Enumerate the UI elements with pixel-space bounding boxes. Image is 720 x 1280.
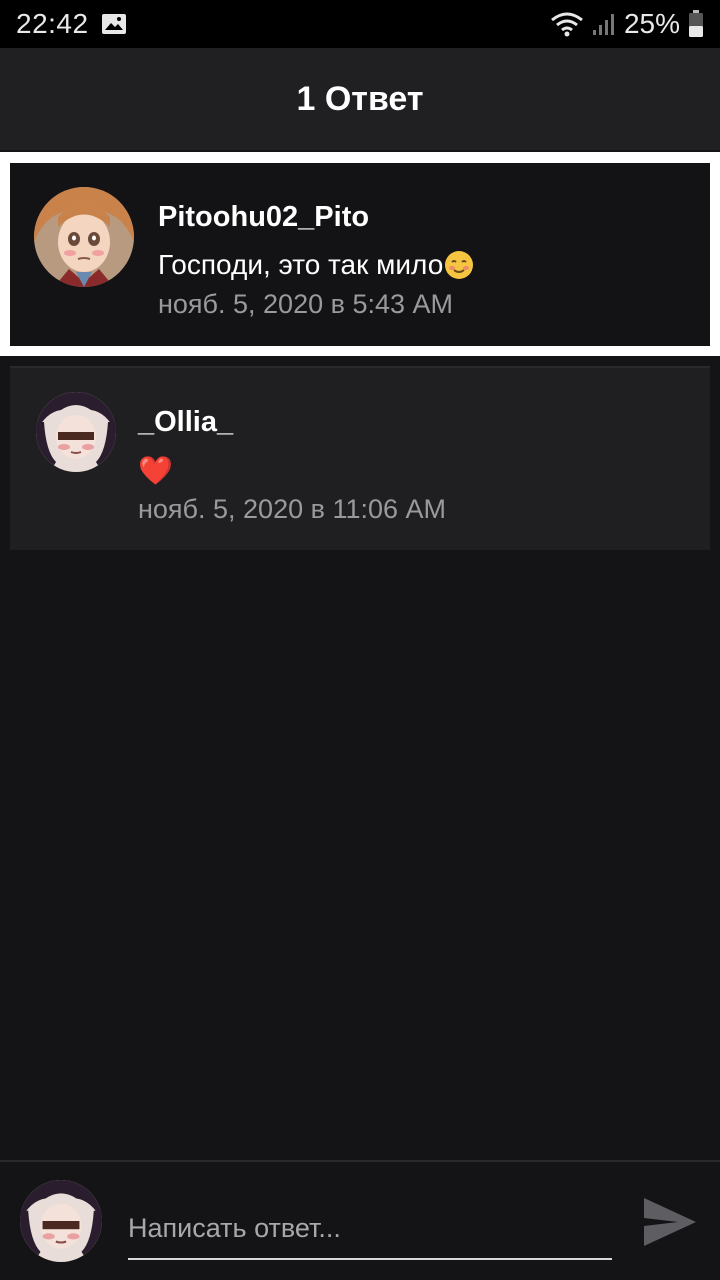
send-icon	[642, 1196, 698, 1248]
status-bar: 22:42 25%	[0, 0, 720, 48]
smiling-face-emoji-icon	[443, 249, 475, 281]
comment-timestamp: нояб. 5, 2020 в 5:43 AM	[158, 289, 453, 319]
reply-timestamp: нояб. 5, 2020 в 11:06 AM	[138, 494, 447, 524]
page-title: 1 Ответ	[296, 79, 424, 118]
comment-text: Господи, это так мило	[158, 249, 444, 280]
signal-icon	[592, 12, 616, 36]
comment-author[interactable]: Pitoohu02_Pito	[158, 201, 369, 234]
avatar[interactable]	[36, 392, 116, 472]
parent-comment-frame: Pitoohu02_Pito Господи, это так мило ноя…	[0, 152, 720, 356]
status-time: 22:42	[16, 8, 89, 39]
avatar	[20, 1180, 102, 1262]
gallery-icon	[101, 13, 127, 35]
battery-icon	[688, 10, 704, 38]
reply-text: ❤️	[138, 455, 173, 486]
battery-percent: 25%	[623, 8, 680, 39]
send-button[interactable]	[640, 1192, 700, 1252]
reply-item[interactable]: _Ollia_ ❤️ нояб. 5, 2020 в 11:06 AM	[10, 366, 710, 550]
wifi-icon	[550, 11, 584, 37]
reply-input[interactable]	[128, 1198, 612, 1260]
header: 1 Ответ	[0, 48, 720, 150]
parent-comment[interactable]: Pitoohu02_Pito Господи, это так мило ноя…	[10, 163, 710, 346]
reply-author[interactable]: _Ollia_	[138, 406, 233, 439]
avatar[interactable]	[34, 187, 134, 287]
reply-composer	[0, 1160, 720, 1280]
comment-text-row: Господи, это так мило	[158, 249, 475, 281]
